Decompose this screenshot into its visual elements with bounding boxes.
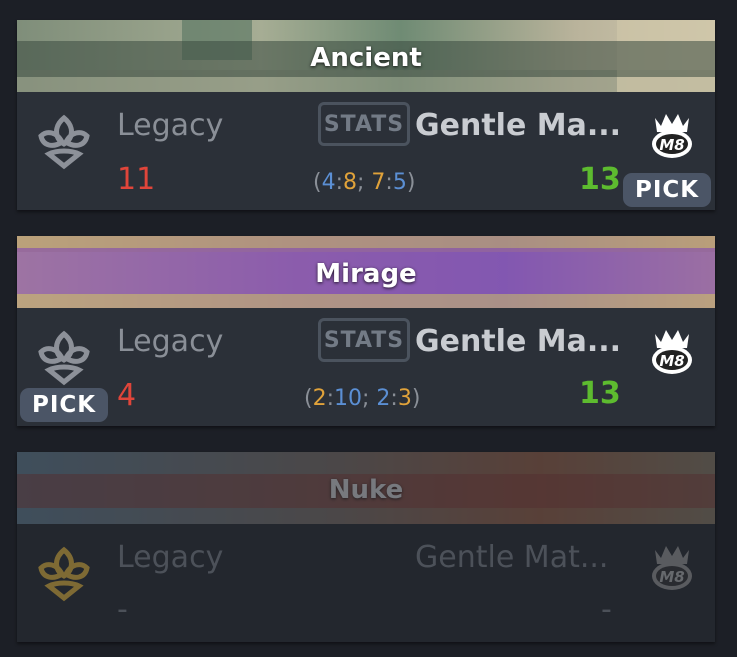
map-banner-mirage: Mirage — [17, 236, 715, 308]
svg-text:M8: M8 — [659, 352, 684, 370]
right-score: - — [601, 592, 612, 627]
left-team-name: Legacy — [117, 108, 224, 143]
stats-button[interactable]: STATS — [318, 102, 410, 146]
m8-logo-icon: M8 — [652, 546, 692, 590]
map-name: Ancient — [310, 43, 422, 73]
svg-text:M8: M8 — [659, 568, 684, 586]
legacy-logo-icon — [38, 546, 90, 602]
right-score: 13 — [579, 162, 621, 197]
half2-t-score: 3 — [397, 386, 412, 411]
stats-button[interactable]: STATS — [318, 318, 410, 362]
map-card-mirage: Mirage Legacy PICK 4 STATS Gentle Ma... … — [17, 236, 715, 426]
left-score: 11 — [117, 162, 156, 197]
left-team-name: Legacy — [117, 324, 224, 359]
half1-ct-score: 10 — [334, 386, 363, 411]
pick-badge: PICK — [623, 173, 712, 207]
half2-ct-score: 2 — [376, 386, 391, 411]
half2-ct-score: 5 — [392, 170, 407, 195]
right-team-name: Gentle Mat... — [415, 540, 609, 575]
legacy-logo-icon — [38, 330, 90, 386]
map-banner-nuke: Nuke — [17, 452, 715, 524]
map-name: Nuke — [328, 475, 404, 505]
left-score: 4 — [117, 378, 137, 413]
half2-t-score: 7 — [371, 170, 386, 195]
right-team-name: Gentle Ma... — [415, 324, 622, 359]
m8-logo-icon: M8 — [652, 330, 692, 374]
svg-text:M8: M8 — [659, 136, 684, 154]
half1-t-score: 2 — [312, 386, 327, 411]
map-name: Mirage — [315, 259, 417, 289]
right-score: 13 — [579, 376, 621, 411]
left-score: - — [117, 592, 128, 627]
half1-t-score: 8 — [343, 170, 358, 195]
half1-ct-score: 4 — [321, 170, 336, 195]
map-card-nuke: Nuke Legacy - Gentle Mat... - M8 — [17, 452, 715, 642]
legacy-logo-icon — [38, 114, 90, 170]
map-card-ancient: Ancient Legacy 11 STATS Gentle Ma... (4:… — [17, 20, 715, 210]
map-banner-ancient: Ancient — [17, 20, 715, 92]
half-scores: (2:10; 2:3) — [304, 386, 421, 411]
half-scores: (4:8; 7:5) — [313, 170, 416, 195]
left-team-name: Legacy — [117, 540, 224, 575]
m8-logo-icon: M8 — [652, 114, 692, 158]
pick-badge: PICK — [20, 388, 109, 422]
right-team-name: Gentle Ma... — [415, 108, 622, 143]
